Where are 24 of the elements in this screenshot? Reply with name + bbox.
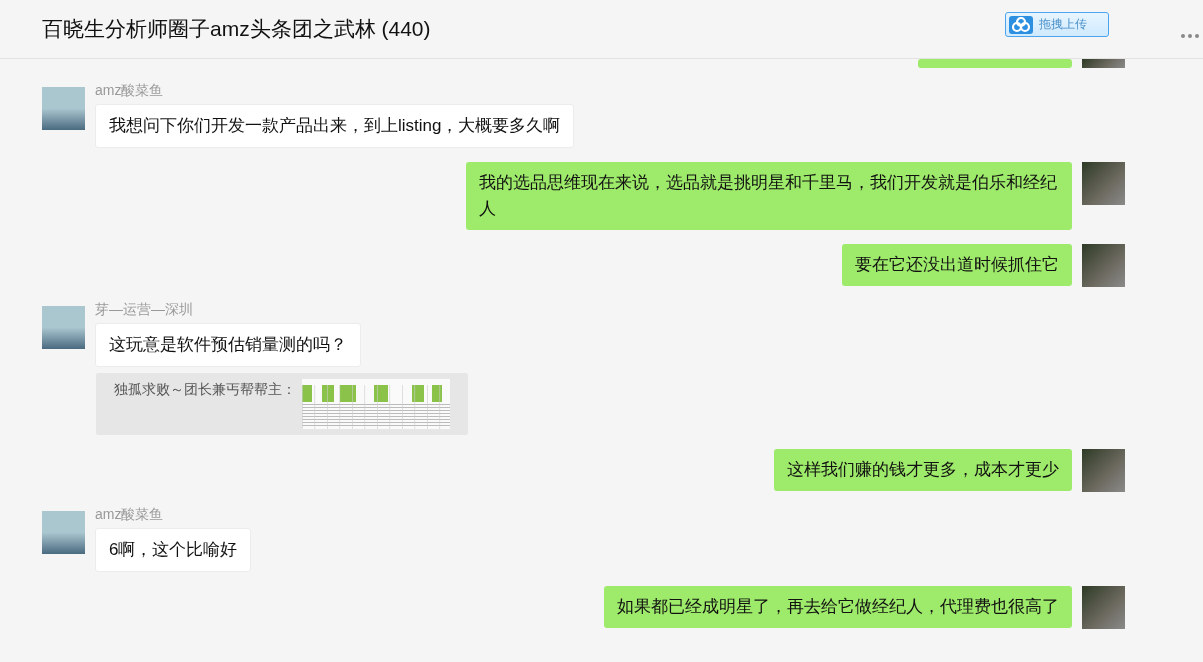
more-icon[interactable] xyxy=(1180,33,1200,39)
sender-name: amz酸菜鱼 xyxy=(95,506,165,524)
sender-name: 芽—运营—深圳 xyxy=(95,301,194,319)
avatar-photo-placeholder[interactable] xyxy=(1082,586,1125,629)
message-bubble: 这样我们赚的钱才更多，成本才更少 xyxy=(774,449,1072,491)
avatar-photo-placeholder[interactable] xyxy=(1082,59,1125,68)
avatar-photo-placeholder[interactable] xyxy=(42,87,85,130)
avatar-photo-placeholder[interactable] xyxy=(1082,244,1125,287)
avatar-photo-placeholder[interactable] xyxy=(1082,162,1125,205)
avatar-photo-placeholder[interactable] xyxy=(42,511,85,554)
message-bubble: 我想问下你们开发一款产品出来，到上listing，大概要多久啊 xyxy=(95,104,575,148)
message-bubble: 6啊，这个比喻好 xyxy=(95,528,252,572)
message-bubble: 我的选品思维现在来说，选品就是挑明星和千里马，我们开发就是伯乐和经纪人 xyxy=(466,162,1072,230)
cloud-icon xyxy=(1009,15,1033,34)
quote-text: 独孤求败～团长兼丐帮帮主： xyxy=(114,380,296,399)
spreadsheet-thumbnail[interactable] xyxy=(302,379,450,429)
message-bubble: 要在它还没出道时候抓住它 xyxy=(842,244,1072,286)
message-bubble: 如果都已经成明星了，再去给它做经纪人，代理费也很高了 xyxy=(604,586,1072,628)
avatar-photo-placeholder[interactable] xyxy=(1082,449,1125,492)
chat-title: 百晓生分析师圈子amz头条团之武林 (440) xyxy=(42,16,431,42)
avatar-photo-placeholder[interactable] xyxy=(42,306,85,349)
message-bubble: 这玩意是软件预估销量测的吗？ xyxy=(95,323,361,367)
sender-name: amz酸菜鱼 xyxy=(95,82,165,100)
quoted-message[interactable]: 独孤求败～团长兼丐帮帮主： xyxy=(96,373,468,435)
